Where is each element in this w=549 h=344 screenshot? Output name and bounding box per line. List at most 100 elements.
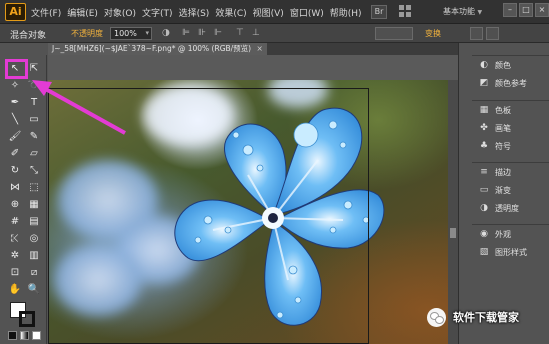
document-tab[interactable]: J~_58[MHZ6](~$JAE`378~F.png* @ 100% (RGB… <box>48 43 267 55</box>
color-mode-icon[interactable] <box>8 331 17 340</box>
slice-tool-icon[interactable]: ⧄ <box>26 266 42 279</box>
menu-object[interactable]: 对象(O) <box>104 6 136 19</box>
menu-help[interactable]: 帮助(H) <box>330 6 362 19</box>
workspace-switcher[interactable]: 基本功能 ▼ <box>443 6 482 17</box>
blend-tool-icon[interactable]: ◎ <box>26 232 42 245</box>
recolor-icon[interactable]: ◑ <box>162 28 170 38</box>
type-tool-icon[interactable]: T <box>26 96 42 109</box>
align-center-icon[interactable]: ⊪ <box>198 28 206 38</box>
eyedropper-tool-icon[interactable]: ⤪ <box>7 232 23 245</box>
width-tool-icon[interactable]: ⋈ <box>7 181 23 194</box>
menu-type[interactable]: 文字(T) <box>142 6 173 19</box>
paintbrush-tool-icon[interactable]: 🖌 <box>7 130 23 143</box>
canvas[interactable] <box>48 55 458 344</box>
scroll-thumb[interactable] <box>450 228 456 238</box>
column-graph-tool-icon[interactable]: ▥ <box>26 249 42 262</box>
close-button[interactable]: × <box>535 3 549 17</box>
artboard-tool-icon[interactable]: ⊡ <box>7 266 23 279</box>
menu-effect[interactable]: 效果(C) <box>215 6 246 19</box>
mesh-tool-icon[interactable]: # <box>7 215 23 228</box>
panel-color[interactable]: ◐ 颜色 <box>472 56 549 74</box>
document-setup-button[interactable] <box>375 27 413 40</box>
stroke-icon: ≡ <box>480 167 488 177</box>
blob-brush-tool-icon[interactable]: ✐ <box>7 147 23 160</box>
panel-brushes[interactable]: ✤ 画笔 <box>472 119 549 137</box>
panel-color-guide[interactable]: ◩ 颜色参考 <box>472 74 549 92</box>
menu-window[interactable]: 窗口(W) <box>290 6 324 19</box>
stroke-swatch[interactable] <box>19 311 35 327</box>
none-mode-icon[interactable] <box>32 331 41 340</box>
panel-group-color: ◐ 颜色 ◩ 颜色参考 <box>472 55 549 92</box>
color-icon: ◐ <box>480 60 488 70</box>
hand-tool-icon[interactable]: ✋ <box>7 283 23 296</box>
app-logo: Ai <box>5 3 26 21</box>
color-guide-icon: ◩ <box>479 78 489 88</box>
gradient-panel-icon: ▭ <box>479 185 489 195</box>
gradient-mode-icon[interactable] <box>20 331 29 340</box>
panel-transparency[interactable]: ◑ 透明度 <box>472 199 549 217</box>
transparency-icon: ◑ <box>480 203 488 213</box>
isolate-button[interactable] <box>470 27 483 40</box>
align-left-icon[interactable]: ⊫ <box>182 28 190 38</box>
symbol-sprayer-tool-icon[interactable]: ✲ <box>7 249 23 262</box>
panel-appearance[interactable]: ◉ 外观 <box>472 225 549 243</box>
align-top-icon[interactable]: ⊤ <box>236 28 244 38</box>
workspace-label: 基本功能 <box>443 7 475 16</box>
bridge-button[interactable]: Br <box>371 5 387 19</box>
chevron-down-icon: ▼ <box>477 9 483 16</box>
control-bar: 混合对象 不透明度 100% ◑ ⊫ ⊪ ⊩ ⊤ ⊥ 变换 <box>0 24 549 43</box>
direct-selection-tool-icon[interactable]: ⇱ <box>26 62 42 75</box>
rectangle-tool-icon[interactable]: ▭ <box>26 113 42 126</box>
opacity-label[interactable]: 不透明度 <box>71 28 103 39</box>
line-tool-icon[interactable]: ╲ <box>7 113 23 126</box>
align-right-icon[interactable]: ⊩ <box>214 28 222 38</box>
control-extras <box>470 27 502 40</box>
panel-dock: ◐ 颜色 ◩ 颜色参考 ▦ 色板 ✤ 画笔 ♣ 符号 ≡ 描边 ▭ 渐变 ◑ 透… <box>458 43 549 344</box>
lasso-tool-icon[interactable]: ➰ <box>26 79 42 92</box>
opacity-field[interactable]: 100% <box>110 27 152 40</box>
minimize-button[interactable]: – <box>503 3 517 17</box>
menu-file[interactable]: 文件(F) <box>31 6 61 19</box>
selection-tool-highlight <box>5 59 28 79</box>
rotate-tool-icon[interactable]: ↻ <box>7 164 23 177</box>
eraser-tool-icon[interactable]: ▱ <box>26 147 42 160</box>
maximize-button[interactable]: □ <box>519 3 533 17</box>
gradient-tool-icon[interactable]: ▤ <box>26 215 42 228</box>
panel-group-swatches: ▦ 色板 ✤ 画笔 ♣ 符号 <box>472 100 549 155</box>
arrange-documents-icon[interactable] <box>399 5 413 19</box>
align-middle-icon[interactable]: ⊥ <box>252 28 260 38</box>
brushes-icon: ✤ <box>480 123 488 133</box>
graphic-styles-icon: ▧ <box>479 247 489 257</box>
magic-wand-tool-icon[interactable]: ✧ <box>7 79 23 92</box>
perspective-grid-tool-icon[interactable]: ▦ <box>26 198 42 211</box>
panel-menu-button[interactable] <box>486 27 499 40</box>
window-controls: – □ × <box>501 3 549 17</box>
free-transform-tool-icon[interactable]: ⬚ <box>26 181 42 194</box>
shape-builder-tool-icon[interactable]: ⊕ <box>7 198 23 211</box>
swatches-icon: ▦ <box>479 105 489 115</box>
appearance-icon: ◉ <box>480 229 488 239</box>
panel-group-stroke: ≡ 描边 ▭ 渐变 ◑ 透明度 <box>472 162 549 217</box>
panel-group-appearance: ◉ 外观 ▧ 图形样式 <box>472 224 549 261</box>
panel-swatches[interactable]: ▦ 色板 <box>472 101 549 119</box>
menu-view[interactable]: 视图(V) <box>253 6 284 19</box>
pencil-tool-icon[interactable]: ✎ <box>26 130 42 143</box>
menu-select[interactable]: 选择(S) <box>179 6 210 19</box>
scale-tool-icon[interactable]: ⤡ <box>26 164 42 177</box>
selection-status: 混合对象 <box>10 31 47 41</box>
canvas-scrollbar[interactable] <box>448 80 458 344</box>
flower-illustration <box>54 80 385 326</box>
zoom-tool-icon[interactable]: 🔍 <box>26 283 42 296</box>
panel-gradient[interactable]: ▭ 渐变 <box>472 181 549 199</box>
flower-center-dark <box>268 213 278 223</box>
watermark: 软件下载管家 <box>427 306 519 328</box>
panel-graphic-styles[interactable]: ▧ 图形样式 <box>472 243 549 261</box>
panel-stroke[interactable]: ≡ 描边 <box>472 163 549 181</box>
menu-items: 文件(F) 编辑(E) 对象(O) 文字(T) 选择(S) 效果(C) 视图(V… <box>31 0 368 24</box>
panel-symbols[interactable]: ♣ 符号 <box>472 137 549 155</box>
watermark-text: 软件下载管家 <box>453 311 519 324</box>
menu-edit[interactable]: 编辑(E) <box>67 6 98 19</box>
pen-tool-icon[interactable]: ✒ <box>7 96 23 109</box>
close-icon[interactable]: × <box>257 44 263 53</box>
transform-label[interactable]: 变换 <box>425 28 441 39</box>
